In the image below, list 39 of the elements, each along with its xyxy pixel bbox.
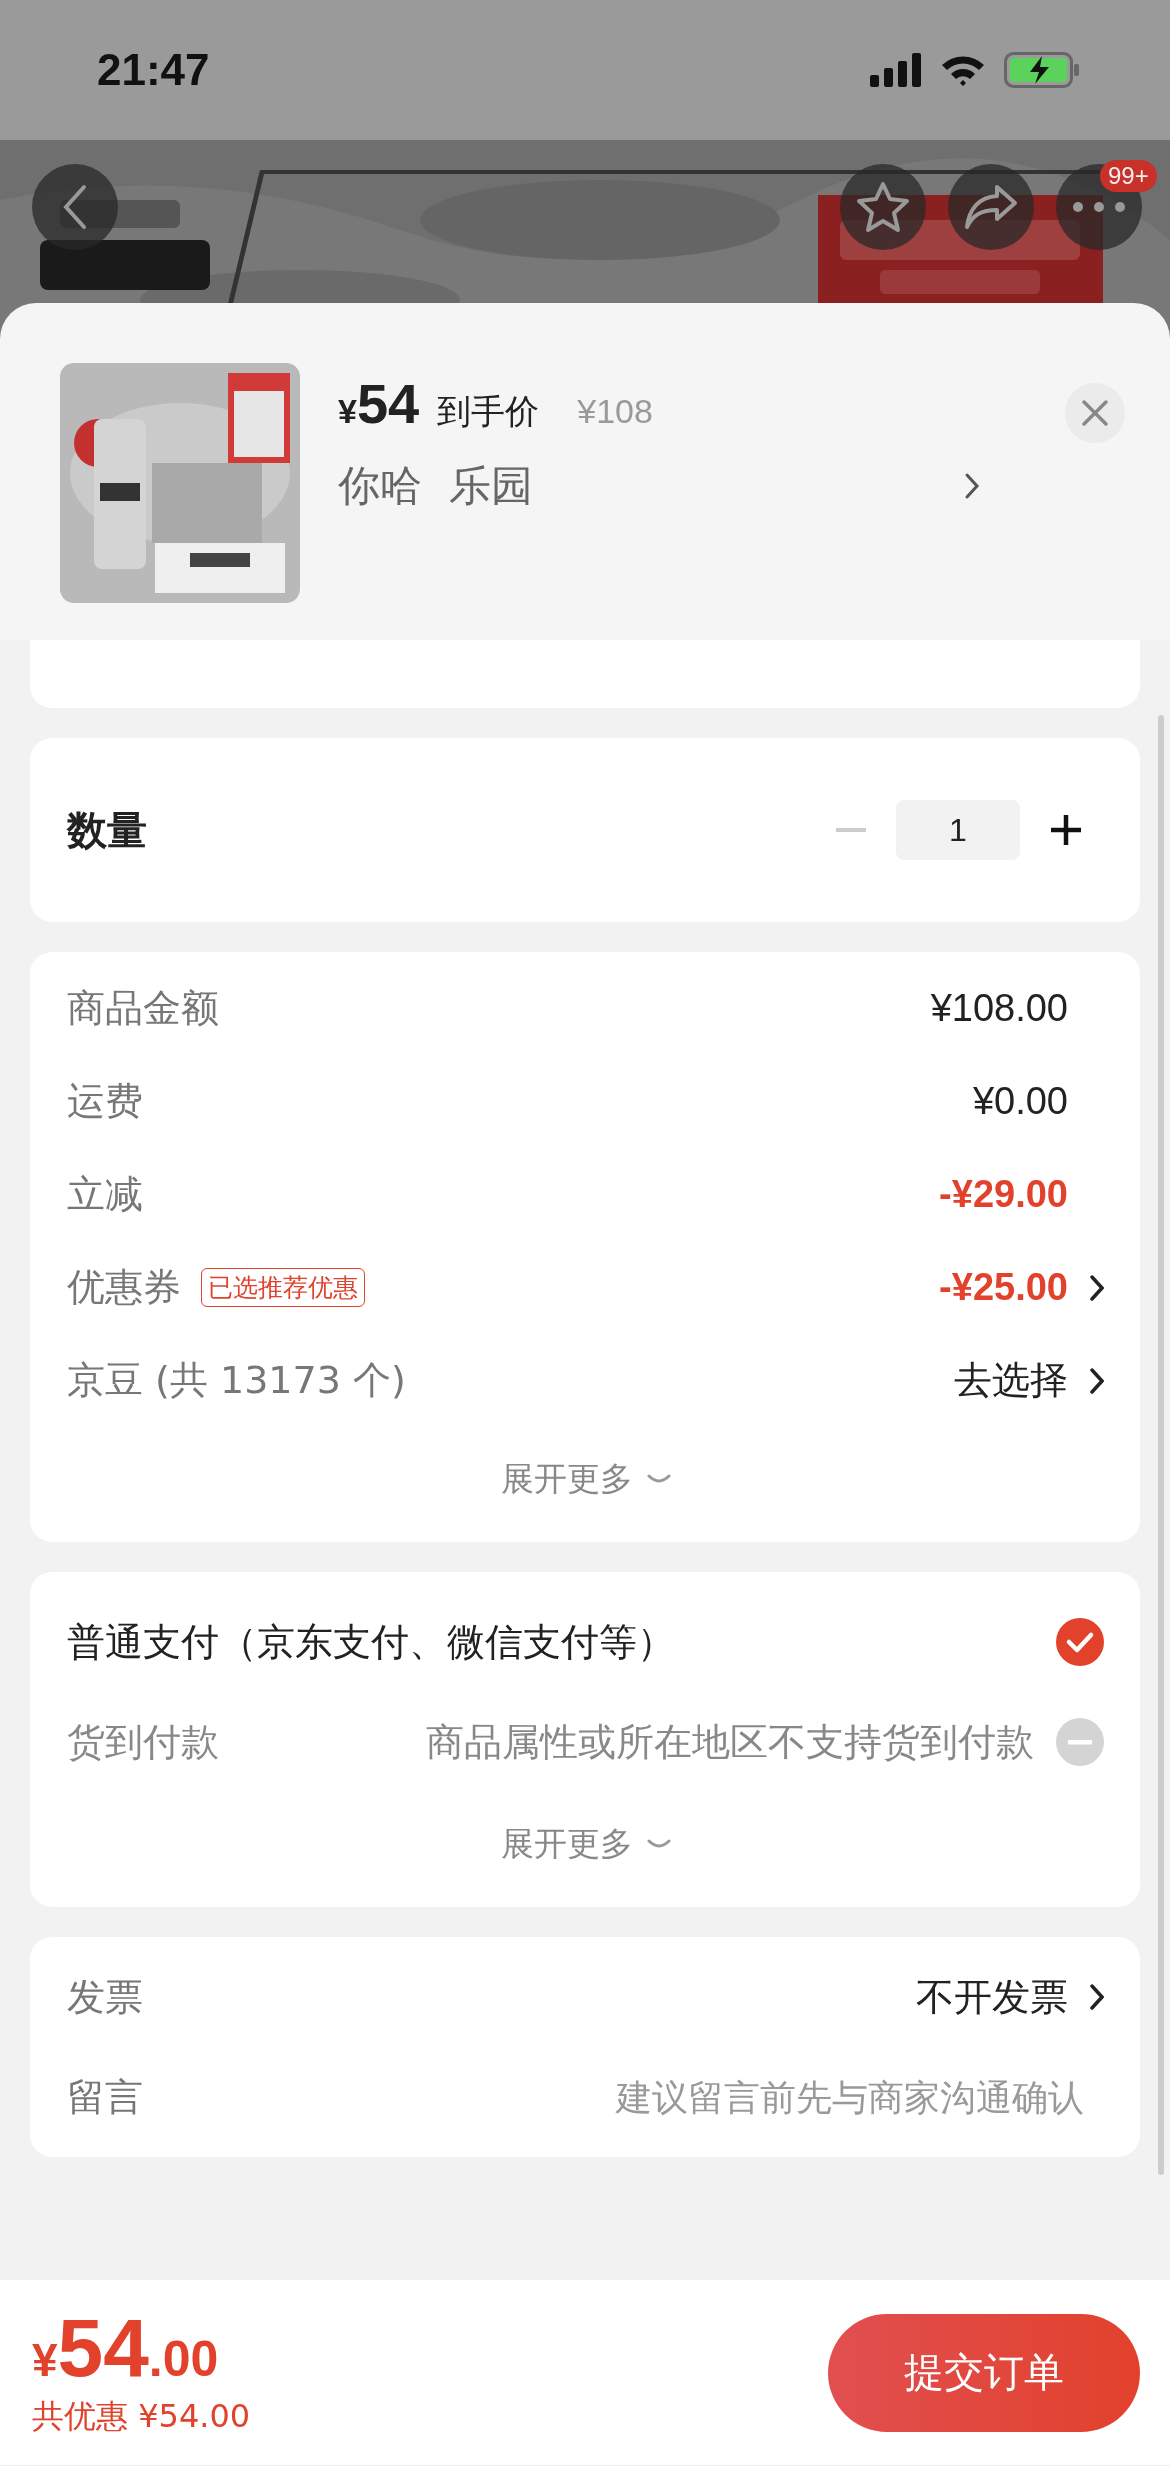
chevron-right-icon[interactable] bbox=[1090, 1983, 1104, 2011]
invoice-value[interactable]: 不开发票 bbox=[916, 1971, 1068, 2023]
row-label: 留言 bbox=[67, 2073, 143, 2121]
savings-text: 共优惠 ¥54.00 bbox=[32, 2395, 251, 2437]
price-label: 到手价 bbox=[437, 390, 540, 433]
minus-icon bbox=[836, 828, 866, 832]
chevron-right-icon[interactable] bbox=[1090, 1273, 1104, 1302]
battery-icon bbox=[1004, 52, 1080, 88]
wifi-icon bbox=[940, 53, 986, 87]
row-value: -¥29.00 bbox=[939, 1173, 1068, 1216]
row-value: -¥25.00 bbox=[939, 1266, 1068, 1309]
message-field[interactable]: 建议留言前先与商家沟通确认 bbox=[524, 2076, 1104, 2118]
coupon-tag: 已选推荐优惠 bbox=[201, 1268, 365, 1307]
plus-icon bbox=[1050, 814, 1082, 846]
row-label: 运费 bbox=[67, 1078, 143, 1125]
status-time: 21:47 bbox=[97, 45, 210, 95]
product-spec: 你哈 乐园 bbox=[338, 460, 533, 512]
row-label: 商品金额 bbox=[67, 985, 219, 1032]
row-value[interactable]: 去选择 bbox=[954, 1355, 1068, 1406]
quantity-field[interactable]: 1 bbox=[896, 800, 1020, 860]
check-icon[interactable] bbox=[1056, 1618, 1104, 1666]
row-label: 优惠券 bbox=[67, 1264, 181, 1311]
chevron-right-icon[interactable] bbox=[964, 472, 980, 500]
row-label: 京豆 (共 13173 个) bbox=[67, 1357, 406, 1404]
expand-more-button[interactable]: 展开更多 bbox=[500, 1792, 671, 1887]
quantity-label: 数量 bbox=[67, 805, 147, 855]
original-price: ¥108 bbox=[577, 392, 653, 431]
payment-note: 商品属性或所在地区不支持货到付款 bbox=[426, 1718, 1034, 1766]
chevron-right-icon[interactable] bbox=[1090, 1366, 1104, 1395]
signal-icon bbox=[870, 53, 922, 87]
payment-option[interactable]: 普通支付（京东支付、微信支付等） bbox=[67, 1616, 675, 1668]
row-value: ¥108.00 bbox=[930, 987, 1068, 1030]
row-label: 发票 bbox=[67, 1973, 143, 2021]
row-label: 立减 bbox=[67, 1171, 143, 1218]
expand-more-button[interactable]: 展开更多 bbox=[500, 1427, 671, 1522]
row-value: ¥0.00 bbox=[972, 1080, 1068, 1123]
close-icon bbox=[1081, 399, 1109, 427]
total-price: ¥54.00 bbox=[32, 2306, 220, 2389]
submit-order-button[interactable]: 提交订单 bbox=[828, 2313, 1140, 2432]
